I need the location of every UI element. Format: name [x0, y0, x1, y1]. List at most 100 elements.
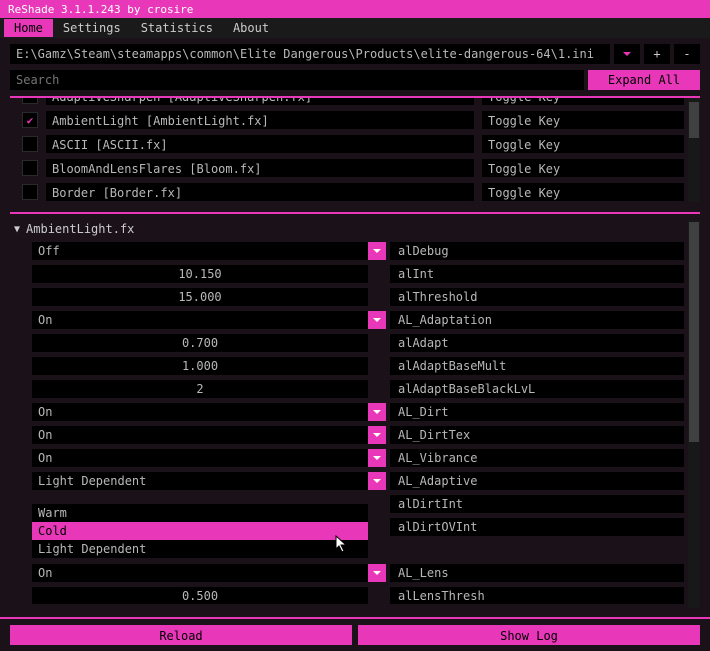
preset-dropdown-button[interactable]	[614, 44, 640, 64]
scrollbar-thumb[interactable]	[689, 222, 699, 442]
effect-name: AdaptiveSharpen [AdaptiveSharpen.fx]	[46, 98, 474, 105]
param-row: On AL_Lens	[32, 564, 684, 582]
param-value[interactable]: On	[32, 449, 368, 467]
chevron-down-icon	[372, 476, 382, 486]
param-dropdown-button[interactable]	[368, 311, 386, 329]
path-row: + -	[0, 38, 710, 70]
params-scrollbar[interactable]	[688, 220, 700, 608]
param-row: 2alAdaptBaseBlackLvL	[32, 380, 684, 398]
chevron-down-icon	[372, 568, 382, 578]
param-value[interactable]: 2	[32, 380, 368, 398]
effects-scrollbar[interactable]	[688, 98, 700, 202]
param-label: AL_Adaptive	[390, 472, 684, 490]
param-row: Light Dependent AL_Adaptive	[32, 472, 684, 490]
toggle-key-field[interactable]: Toggle Key	[482, 135, 684, 153]
param-label: AL_Adaptation	[390, 311, 684, 329]
param-label: AL_DirtTex	[390, 426, 684, 444]
menu-settings[interactable]: Settings	[53, 19, 131, 37]
search-row: Expand All	[0, 70, 710, 96]
param-label: alAdaptBaseMult	[390, 357, 684, 375]
param-label: alDebug	[390, 242, 684, 260]
dropdown-menu: Warm Cold Light Dependent	[32, 504, 368, 558]
effect-row: Border [Border.fx] Toggle Key	[10, 180, 684, 202]
param-dropdown-button[interactable]	[368, 242, 386, 260]
param-row: Off alDebug	[32, 242, 684, 260]
param-dropdown-button[interactable]	[368, 403, 386, 421]
effect-checkbox[interactable]	[22, 136, 38, 152]
param-dropdown-button[interactable]	[368, 472, 386, 490]
spacer	[368, 495, 386, 513]
effects-list: AdaptiveSharpen [AdaptiveSharpen.fx] Togg…	[10, 98, 700, 202]
param-row: On AL_Vibrance	[32, 449, 684, 467]
param-label: alDirtInt	[390, 495, 684, 513]
param-label: AL_Dirt	[390, 403, 684, 421]
param-value[interactable]: On	[32, 403, 368, 421]
search-input[interactable]	[10, 70, 584, 90]
chevron-down-icon	[622, 49, 632, 59]
effect-name: Border [Border.fx]	[46, 183, 474, 201]
menu-home[interactable]: Home	[4, 19, 53, 37]
param-label: alThreshold	[390, 288, 684, 306]
expand-all-button[interactable]: Expand All	[588, 70, 700, 90]
spacer	[368, 380, 386, 398]
effect-checkbox[interactable]	[22, 98, 38, 104]
param-value[interactable]: 1.000	[32, 357, 368, 375]
dropdown-option-light-dependent[interactable]: Light Dependent	[32, 540, 368, 558]
param-label: AL_Lens	[390, 564, 684, 582]
param-label: alInt	[390, 265, 684, 283]
chevron-down-icon	[372, 407, 382, 417]
param-label: AL_Vibrance	[390, 449, 684, 467]
toggle-key-field[interactable]: Toggle Key	[482, 159, 684, 177]
param-value[interactable]: On	[32, 311, 368, 329]
param-value[interactable]: On	[32, 426, 368, 444]
menu-about[interactable]: About	[223, 19, 279, 37]
param-dropdown-button[interactable]	[368, 564, 386, 582]
effect-checkbox[interactable]	[22, 160, 38, 176]
effect-row: AdaptiveSharpen [AdaptiveSharpen.fx] Togg…	[10, 98, 684, 108]
preset-path-input[interactable]	[10, 44, 610, 64]
toggle-key-field[interactable]: Toggle Key	[482, 111, 684, 129]
preset-remove-button[interactable]: -	[674, 44, 700, 64]
param-row: 0.500alLensThresh	[32, 587, 684, 604]
param-value[interactable]: 15.000	[32, 288, 368, 306]
preset-add-button[interactable]: +	[644, 44, 670, 64]
param-value[interactable]: 10.150	[32, 265, 368, 283]
param-row: 15.000 alThreshold	[32, 288, 684, 306]
effect-row: ASCII [ASCII.fx] Toggle Key	[10, 132, 684, 156]
effect-row: AmbientLight [AmbientLight.fx] Toggle Key	[10, 108, 684, 132]
param-row: 1.000 alAdaptBaseMult	[32, 357, 684, 375]
spacer	[368, 518, 386, 536]
effects-panel: AdaptiveSharpen [AdaptiveSharpen.fx] Togg…	[10, 96, 700, 202]
spacer	[368, 357, 386, 375]
dropdown-option-cold[interactable]: Cold	[32, 522, 368, 540]
param-dropdown-button[interactable]	[368, 426, 386, 444]
chevron-down-icon	[372, 315, 382, 325]
effect-name: AmbientLight [AmbientLight.fx]	[46, 111, 474, 129]
param-value[interactable]: Off	[32, 242, 368, 260]
section-title: AmbientLight.fx	[26, 222, 134, 236]
effect-checkbox[interactable]	[22, 184, 38, 200]
param-value[interactable]: On	[32, 564, 368, 582]
menu-statistics[interactable]: Statistics	[131, 19, 223, 37]
reshade-window: ReShade 3.1.1.243 by crosire Home Settin…	[0, 0, 710, 651]
dropdown-option-warm[interactable]: Warm	[32, 504, 368, 522]
chevron-down-icon	[372, 430, 382, 440]
section-header[interactable]: ▼ AmbientLight.fx	[10, 220, 700, 242]
param-label: alDirtOVInt	[390, 518, 684, 536]
spacer	[368, 265, 386, 283]
toggle-key-field[interactable]: Toggle Key	[482, 98, 684, 105]
chevron-down-icon	[372, 246, 382, 256]
reload-button[interactable]: Reload	[10, 625, 352, 645]
param-value[interactable]: Light Dependent	[32, 472, 368, 490]
toggle-key-field[interactable]: Toggle Key	[482, 183, 684, 201]
param-value[interactable]: 0.500	[32, 587, 368, 604]
show-log-button[interactable]: Show Log	[358, 625, 700, 645]
param-value[interactable]: 0.700	[32, 334, 368, 352]
collapse-icon: ▼	[14, 224, 20, 235]
scrollbar-thumb[interactable]	[689, 102, 699, 138]
param-dropdown-button[interactable]	[368, 449, 386, 467]
effect-name: ASCII [ASCII.fx]	[46, 135, 474, 153]
param-row: 10.150 alInt	[32, 265, 684, 283]
param-label: alAdapt	[390, 334, 684, 352]
effect-checkbox[interactable]	[22, 112, 38, 128]
